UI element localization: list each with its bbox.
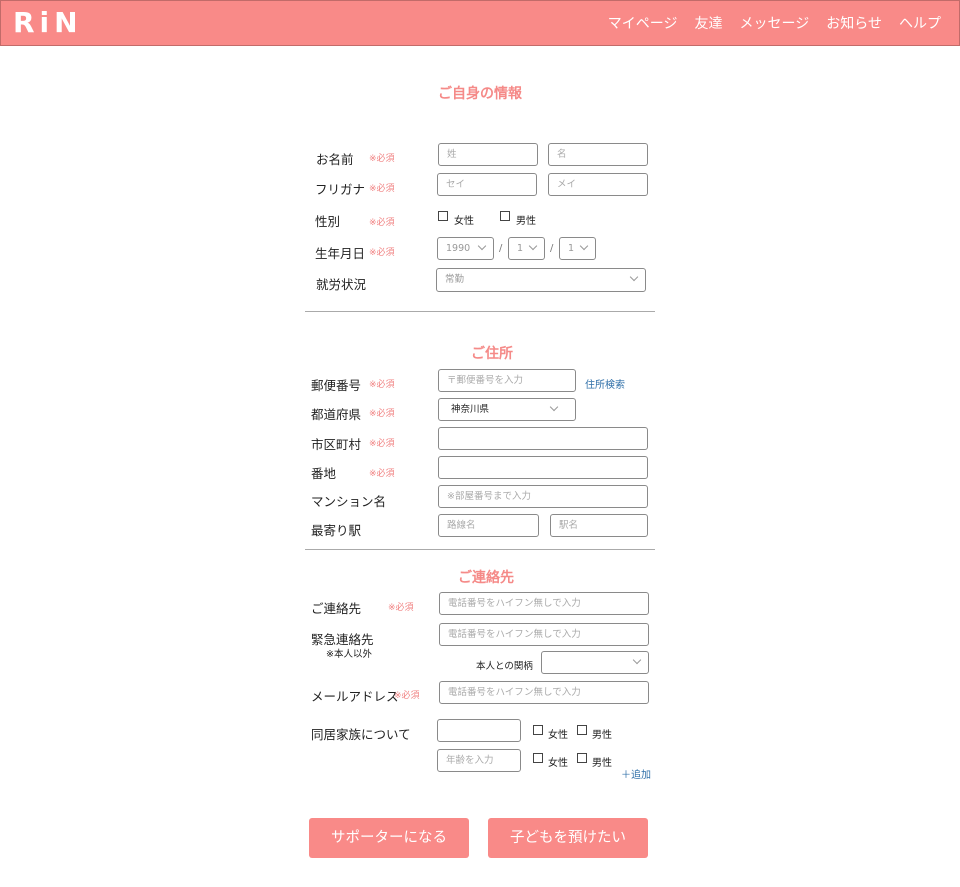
chevron-down-icon	[549, 402, 559, 412]
first-name-input[interactable]: 名	[548, 143, 648, 166]
birth-year-select[interactable]: 1990	[437, 237, 494, 260]
kana-label: フリガナ	[315, 182, 366, 197]
family-male-checkbox-1[interactable]	[577, 725, 587, 735]
relation-select[interactable]	[541, 651, 649, 674]
section-title-profile: ご自身の情報	[438, 86, 522, 102]
male-label: 男性	[516, 216, 536, 227]
prefecture-value: 神奈川県	[451, 404, 490, 415]
station-label: 最寄り駅	[311, 523, 362, 538]
postal-input[interactable]: 〒郵便番号を入力	[438, 369, 576, 392]
nav-mypage[interactable]: マイページ	[608, 13, 678, 33]
required-mark: ※必須	[369, 439, 395, 449]
chevron-down-icon	[477, 241, 487, 251]
male-checkbox[interactable]	[500, 211, 510, 221]
become-supporter-button[interactable]: サポーターになる	[309, 818, 469, 858]
nav-notifications[interactable]: お知らせ	[826, 13, 882, 33]
chevron-down-icon	[629, 272, 639, 282]
required-mark: ※必須	[394, 691, 420, 701]
chevron-down-icon	[528, 241, 538, 251]
birth-day-value: 1	[568, 243, 575, 254]
section-title-contact: ご連絡先	[458, 570, 514, 586]
female-checkbox[interactable]	[438, 211, 448, 221]
station-input[interactable]: 駅名	[550, 514, 648, 537]
postal-label: 郵便番号	[311, 378, 362, 393]
relation-label: 本人との関柄	[476, 661, 533, 672]
gender-label: 性別	[315, 214, 341, 229]
phone-label: ご連絡先	[311, 601, 362, 616]
family-female-label-1: 女性	[548, 730, 568, 741]
last-kana-input[interactable]: セイ	[437, 173, 537, 196]
family-female-checkbox-1[interactable]	[533, 725, 543, 735]
required-mark: ※必須	[369, 380, 395, 390]
family-female-checkbox-2[interactable]	[533, 753, 543, 763]
building-label: マンション名	[311, 494, 387, 509]
building-input[interactable]: ※部屋番号まで入力	[438, 485, 648, 508]
city-input[interactable]	[438, 427, 648, 450]
family-age-input-2[interactable]: 年齢を入力	[437, 749, 521, 772]
female-label: 女性	[454, 216, 474, 227]
family-male-checkbox-2[interactable]	[577, 753, 587, 763]
first-kana-input[interactable]: メイ	[548, 173, 648, 196]
employment-label: 就労状況	[316, 277, 367, 292]
date-separator: /	[550, 243, 554, 254]
prefecture-select[interactable]: 神奈川県	[438, 398, 576, 421]
birth-month-select[interactable]: 1	[508, 237, 545, 260]
postal-search-link[interactable]: 住所検索	[585, 376, 625, 391]
main-nav: マイページ 友達 メッセージ お知らせ ヘルプ	[608, 1, 941, 45]
family-label: 同居家族について	[311, 727, 411, 742]
required-mark: ※必須	[369, 469, 395, 479]
emergency-note: ※本人以外	[326, 649, 372, 660]
chevron-down-icon	[579, 241, 589, 251]
header-bar: RiN マイページ 友達 メッセージ お知らせ ヘルプ	[0, 0, 960, 46]
line-input[interactable]: 路線名	[438, 514, 539, 537]
nav-help[interactable]: ヘルプ	[899, 13, 941, 33]
street-input[interactable]	[438, 456, 648, 479]
family-male-label-1: 男性	[592, 730, 612, 741]
logo[interactable]: RiN	[13, 6, 83, 40]
birth-day-select[interactable]: 1	[559, 237, 596, 260]
nav-messages[interactable]: メッセージ	[740, 13, 810, 33]
employment-value: 常勤	[445, 274, 465, 285]
birth-month-value: 1	[517, 243, 524, 254]
employment-select[interactable]: 常勤	[436, 268, 646, 292]
street-label: 番地	[311, 466, 337, 481]
family-age-input-1[interactable]	[437, 719, 521, 742]
nav-friends[interactable]: 友達	[695, 13, 723, 33]
add-family-link[interactable]: ＋追加	[621, 766, 651, 781]
phone-input[interactable]: 電話番号をハイフン無しで入力	[439, 592, 649, 615]
emergency-input[interactable]: 電話番号をハイフン無しで入力	[439, 623, 649, 646]
required-mark: ※必須	[369, 409, 395, 419]
divider	[305, 311, 655, 312]
required-mark: ※必須	[369, 154, 395, 164]
city-label: 市区町村	[311, 437, 362, 452]
email-label: メールアドレス	[311, 689, 399, 704]
divider	[305, 549, 655, 550]
section-title-address: ご住所	[471, 346, 513, 362]
entrust-child-button[interactable]: 子どもを預けたい	[488, 818, 648, 858]
email-input[interactable]: 電話番号をハイフン無しで入力	[439, 681, 649, 704]
required-mark: ※必須	[369, 248, 395, 258]
last-name-input[interactable]: 姓	[438, 143, 538, 166]
required-mark: ※必須	[369, 218, 395, 228]
family-female-label-2: 女性	[548, 758, 568, 769]
prefecture-label: 都道府県	[311, 407, 362, 422]
chevron-down-icon	[632, 655, 642, 665]
name-label: お名前	[316, 152, 354, 167]
required-mark: ※必須	[369, 184, 395, 194]
birth-label: 生年月日	[315, 246, 366, 261]
birth-year-value: 1990	[446, 243, 471, 254]
required-mark: ※必須	[388, 603, 414, 613]
family-male-label-2: 男性	[592, 758, 612, 769]
date-separator: /	[499, 243, 503, 254]
